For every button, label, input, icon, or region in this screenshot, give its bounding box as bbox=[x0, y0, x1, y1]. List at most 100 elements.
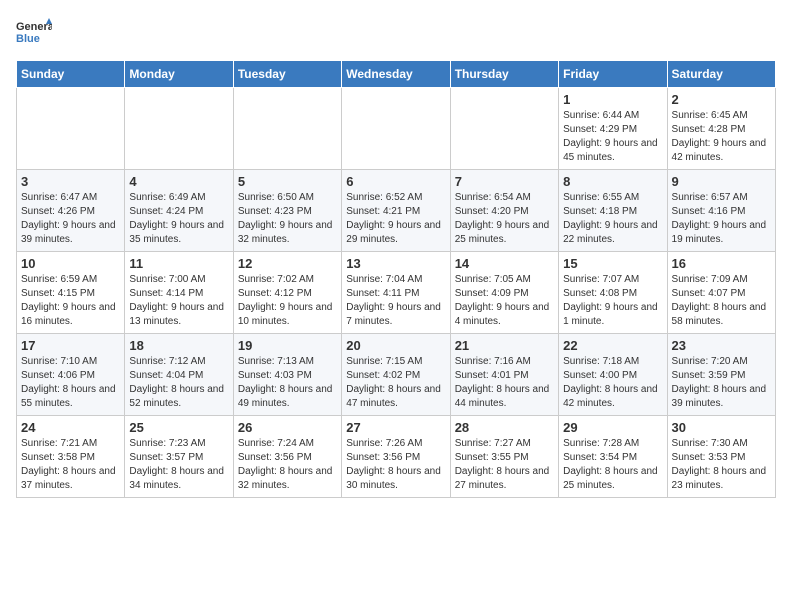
day-number: 19 bbox=[238, 338, 337, 353]
day-info: Sunrise: 6:50 AM Sunset: 4:23 PM Dayligh… bbox=[238, 191, 337, 247]
day-number: 29 bbox=[563, 420, 662, 435]
calendar-cell: 28 Sunrise: 7:27 AM Sunset: 3:55 PM Dayli… bbox=[450, 416, 558, 498]
day-number: 21 bbox=[455, 338, 554, 353]
day-number: 22 bbox=[563, 338, 662, 353]
day-header-sunday: Sunday bbox=[17, 61, 125, 88]
calendar-cell: 12 Sunrise: 7:02 AM Sunset: 4:12 PM Dayli… bbox=[233, 252, 341, 334]
header: General Blue bbox=[16, 16, 776, 52]
day-info: Sunrise: 7:23 AM Sunset: 3:57 PM Dayligh… bbox=[129, 437, 228, 493]
day-number: 25 bbox=[129, 420, 228, 435]
day-info: Sunrise: 7:26 AM Sunset: 3:56 PM Dayligh… bbox=[346, 437, 445, 493]
day-header-monday: Monday bbox=[125, 61, 233, 88]
day-number: 2 bbox=[672, 92, 771, 107]
day-info: Sunrise: 7:24 AM Sunset: 3:56 PM Dayligh… bbox=[238, 437, 337, 493]
calendar-cell: 1 Sunrise: 6:44 AM Sunset: 4:29 PM Daylig… bbox=[559, 88, 667, 170]
day-info: Sunrise: 7:07 AM Sunset: 4:08 PM Dayligh… bbox=[563, 273, 662, 329]
day-info: Sunrise: 6:54 AM Sunset: 4:20 PM Dayligh… bbox=[455, 191, 554, 247]
day-header-wednesday: Wednesday bbox=[342, 61, 450, 88]
day-info: Sunrise: 7:27 AM Sunset: 3:55 PM Dayligh… bbox=[455, 437, 554, 493]
day-number: 13 bbox=[346, 256, 445, 271]
day-info: Sunrise: 7:00 AM Sunset: 4:14 PM Dayligh… bbox=[129, 273, 228, 329]
day-number: 1 bbox=[563, 92, 662, 107]
calendar-week-1: 1 Sunrise: 6:44 AM Sunset: 4:29 PM Daylig… bbox=[17, 88, 776, 170]
day-info: Sunrise: 7:15 AM Sunset: 4:02 PM Dayligh… bbox=[346, 355, 445, 411]
day-number: 23 bbox=[672, 338, 771, 353]
calendar-cell: 5 Sunrise: 6:50 AM Sunset: 4:23 PM Daylig… bbox=[233, 170, 341, 252]
day-info: Sunrise: 7:04 AM Sunset: 4:11 PM Dayligh… bbox=[346, 273, 445, 329]
day-number: 20 bbox=[346, 338, 445, 353]
day-info: Sunrise: 7:20 AM Sunset: 3:59 PM Dayligh… bbox=[672, 355, 771, 411]
day-number: 16 bbox=[672, 256, 771, 271]
day-info: Sunrise: 7:13 AM Sunset: 4:03 PM Dayligh… bbox=[238, 355, 337, 411]
day-number: 27 bbox=[346, 420, 445, 435]
calendar-header-row: SundayMondayTuesdayWednesdayThursdayFrid… bbox=[17, 61, 776, 88]
calendar-cell: 16 Sunrise: 7:09 AM Sunset: 4:07 PM Dayli… bbox=[667, 252, 775, 334]
calendar-cell: 18Sunrise: 7:12 AM Sunset: 4:04 PM Dayli… bbox=[125, 334, 233, 416]
calendar-cell: 25 Sunrise: 7:23 AM Sunset: 3:57 PM Dayli… bbox=[125, 416, 233, 498]
day-info: Sunrise: 7:02 AM Sunset: 4:12 PM Dayligh… bbox=[238, 273, 337, 329]
day-info: Sunrise: 7:30 AM Sunset: 3:53 PM Dayligh… bbox=[672, 437, 771, 493]
day-number: 6 bbox=[346, 174, 445, 189]
day-number: 30 bbox=[672, 420, 771, 435]
day-info: Sunrise: 6:44 AM Sunset: 4:29 PM Dayligh… bbox=[563, 109, 662, 165]
day-info: Sunrise: 7:09 AM Sunset: 4:07 PM Dayligh… bbox=[672, 273, 771, 329]
day-info: Sunrise: 7:10 AM Sunset: 4:06 PM Dayligh… bbox=[21, 355, 120, 411]
day-info: Sunrise: 6:47 AM Sunset: 4:26 PM Dayligh… bbox=[21, 191, 120, 247]
day-info: Sunrise: 6:45 AM Sunset: 4:28 PM Dayligh… bbox=[672, 109, 771, 165]
day-info: Sunrise: 7:16 AM Sunset: 4:01 PM Dayligh… bbox=[455, 355, 554, 411]
day-number: 26 bbox=[238, 420, 337, 435]
day-info: Sunrise: 7:21 AM Sunset: 3:58 PM Dayligh… bbox=[21, 437, 120, 493]
day-number: 8 bbox=[563, 174, 662, 189]
logo-svg: General Blue bbox=[16, 16, 52, 52]
day-info: Sunrise: 6:57 AM Sunset: 4:16 PM Dayligh… bbox=[672, 191, 771, 247]
day-number: 17 bbox=[21, 338, 120, 353]
day-info: Sunrise: 7:05 AM Sunset: 4:09 PM Dayligh… bbox=[455, 273, 554, 329]
day-number: 9 bbox=[672, 174, 771, 189]
calendar-cell: 30 Sunrise: 7:30 AM Sunset: 3:53 PM Dayli… bbox=[667, 416, 775, 498]
calendar-cell: 29 Sunrise: 7:28 AM Sunset: 3:54 PM Dayli… bbox=[559, 416, 667, 498]
day-info: Sunrise: 7:12 AM Sunset: 4:04 PM Dayligh… bbox=[129, 355, 228, 411]
calendar-cell: 6Sunrise: 6:52 AM Sunset: 4:21 PM Daylig… bbox=[342, 170, 450, 252]
day-number: 28 bbox=[455, 420, 554, 435]
calendar-cell: 8 Sunrise: 6:55 AM Sunset: 4:18 PM Daylig… bbox=[559, 170, 667, 252]
calendar-cell: 11 Sunrise: 7:00 AM Sunset: 4:14 PM Dayli… bbox=[125, 252, 233, 334]
day-info: Sunrise: 6:59 AM Sunset: 4:15 PM Dayligh… bbox=[21, 273, 120, 329]
calendar-cell: 4 Sunrise: 6:49 AM Sunset: 4:24 PM Daylig… bbox=[125, 170, 233, 252]
calendar-cell bbox=[233, 88, 341, 170]
day-header-friday: Friday bbox=[559, 61, 667, 88]
day-header-tuesday: Tuesday bbox=[233, 61, 341, 88]
day-info: Sunrise: 6:49 AM Sunset: 4:24 PM Dayligh… bbox=[129, 191, 228, 247]
day-number: 11 bbox=[129, 256, 228, 271]
svg-text:Blue: Blue bbox=[16, 33, 40, 45]
day-number: 10 bbox=[21, 256, 120, 271]
day-number: 4 bbox=[129, 174, 228, 189]
logo: General Blue bbox=[16, 16, 52, 52]
calendar-cell: 7 Sunrise: 6:54 AM Sunset: 4:20 PM Daylig… bbox=[450, 170, 558, 252]
day-number: 15 bbox=[563, 256, 662, 271]
day-header-saturday: Saturday bbox=[667, 61, 775, 88]
calendar-cell bbox=[342, 88, 450, 170]
calendar-cell: 15 Sunrise: 7:07 AM Sunset: 4:08 PM Dayli… bbox=[559, 252, 667, 334]
calendar-cell: 10 Sunrise: 6:59 AM Sunset: 4:15 PM Dayli… bbox=[17, 252, 125, 334]
day-number: 24 bbox=[21, 420, 120, 435]
calendar-cell: 17 Sunrise: 7:10 AM Sunset: 4:06 PM Dayli… bbox=[17, 334, 125, 416]
calendar-cell bbox=[17, 88, 125, 170]
calendar-cell: 14 Sunrise: 7:05 AM Sunset: 4:09 PM Dayli… bbox=[450, 252, 558, 334]
day-number: 12 bbox=[238, 256, 337, 271]
calendar-cell bbox=[125, 88, 233, 170]
calendar-cell: 21 Sunrise: 7:16 AM Sunset: 4:01 PM Dayli… bbox=[450, 334, 558, 416]
calendar-week-3: 10 Sunrise: 6:59 AM Sunset: 4:15 PM Dayli… bbox=[17, 252, 776, 334]
day-info: Sunrise: 6:55 AM Sunset: 4:18 PM Dayligh… bbox=[563, 191, 662, 247]
calendar-table: SundayMondayTuesdayWednesdayThursdayFrid… bbox=[16, 60, 776, 498]
day-number: 5 bbox=[238, 174, 337, 189]
calendar-cell: 24 Sunrise: 7:21 AM Sunset: 3:58 PM Dayli… bbox=[17, 416, 125, 498]
day-header-thursday: Thursday bbox=[450, 61, 558, 88]
svg-text:General: General bbox=[16, 21, 52, 33]
calendar-week-5: 24 Sunrise: 7:21 AM Sunset: 3:58 PM Dayli… bbox=[17, 416, 776, 498]
day-number: 14 bbox=[455, 256, 554, 271]
calendar-cell: 20 Sunrise: 7:15 AM Sunset: 4:02 PM Dayli… bbox=[342, 334, 450, 416]
calendar-cell: 2 Sunrise: 6:45 AM Sunset: 4:28 PM Daylig… bbox=[667, 88, 775, 170]
calendar-cell: 23 Sunrise: 7:20 AM Sunset: 3:59 PM Dayli… bbox=[667, 334, 775, 416]
day-number: 7 bbox=[455, 174, 554, 189]
day-info: Sunrise: 7:28 AM Sunset: 3:54 PM Dayligh… bbox=[563, 437, 662, 493]
